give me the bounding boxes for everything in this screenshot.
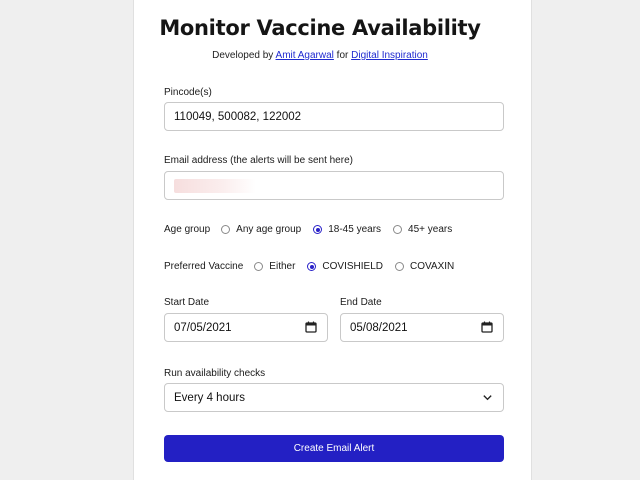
age-option-45plus[interactable]: 45+ years bbox=[393, 224, 452, 235]
radio-icon bbox=[221, 225, 231, 234]
pincode-label: Pincode(s) bbox=[164, 87, 212, 98]
start-date-input[interactable]: 07/05/2021 bbox=[164, 313, 328, 342]
subtitle-middle: for bbox=[336, 50, 349, 61]
vaccine-option-either[interactable]: Either bbox=[254, 261, 295, 272]
age-group-label: Age group bbox=[164, 224, 211, 235]
radio-icon bbox=[254, 262, 264, 271]
author-link[interactable]: Amit Agarwal bbox=[276, 50, 334, 61]
email-input[interactable] bbox=[164, 171, 504, 200]
age-option-18-45[interactable]: 18-45 years bbox=[313, 224, 381, 235]
page-title: Monitor Vaccine Availability bbox=[159, 16, 481, 40]
vaccine-option-covishield-label: COVISHIELD bbox=[322, 261, 383, 272]
subtitle: Developed by Amit Agarwal for Digital In… bbox=[0, 50, 640, 61]
subtitle-prefix: Developed by bbox=[212, 50, 274, 61]
chevron-down-icon bbox=[483, 395, 492, 401]
age-group-row: Age group Any age group 18-45 years 45+ … bbox=[164, 224, 464, 235]
site-link[interactable]: Digital Inspiration bbox=[351, 50, 428, 61]
vaccine-option-either-label: Either bbox=[269, 261, 296, 272]
end-date-label: End Date bbox=[340, 297, 382, 308]
vaccine-row: Preferred Vaccine Either COVISHIELD COVA… bbox=[164, 261, 466, 272]
radio-selected-icon bbox=[313, 225, 323, 234]
frequency-label: Run availability checks bbox=[164, 368, 266, 379]
end-date-value: 05/08/2021 bbox=[350, 321, 408, 334]
age-option-45plus-label: 45+ years bbox=[408, 224, 453, 235]
age-option-any-label: Any age group bbox=[236, 224, 302, 235]
vaccine-option-covishield[interactable]: COVISHIELD bbox=[307, 261, 383, 272]
end-date-input[interactable]: 05/08/2021 bbox=[340, 313, 504, 342]
email-label: Email address (the alerts will be sent h… bbox=[164, 155, 353, 166]
vaccine-option-covaxin[interactable]: COVAXIN bbox=[395, 261, 454, 272]
create-email-alert-button[interactable]: Create Email Alert bbox=[164, 435, 504, 462]
vaccine-label: Preferred Vaccine bbox=[164, 261, 244, 272]
frequency-value: Every 4 hours bbox=[174, 391, 245, 404]
start-date-value: 07/05/2021 bbox=[174, 321, 232, 334]
radio-icon bbox=[393, 225, 403, 234]
calendar-icon[interactable] bbox=[481, 321, 493, 333]
pincode-input[interactable]: 110049, 500082, 122002 bbox=[164, 102, 504, 131]
redacted-email bbox=[174, 178, 256, 193]
pincode-value: 110049, 500082, 122002 bbox=[174, 110, 302, 123]
radio-icon bbox=[395, 262, 404, 271]
radio-selected-icon bbox=[307, 262, 317, 271]
frequency-select[interactable]: Every 4 hours bbox=[164, 383, 504, 412]
age-option-18-45-label: 18-45 years bbox=[328, 224, 382, 235]
vaccine-option-covaxin-label: COVAXIN bbox=[410, 261, 455, 272]
age-option-any[interactable]: Any age group bbox=[221, 224, 301, 235]
calendar-icon[interactable] bbox=[305, 321, 317, 333]
start-date-label: Start Date bbox=[164, 297, 210, 308]
